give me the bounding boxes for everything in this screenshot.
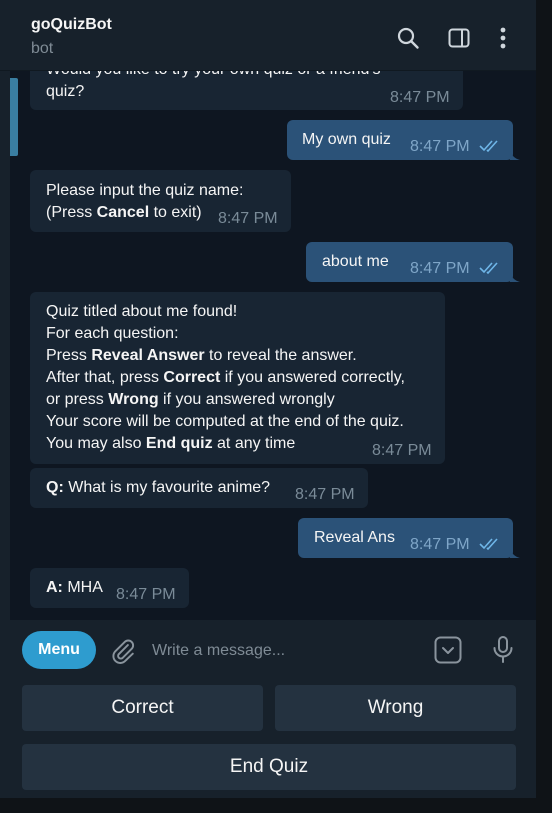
message-time: 8:47 PM xyxy=(116,586,176,603)
message-incoming[interactable]: Q: What is my favourite anime? 8:47 PM xyxy=(30,468,368,508)
message-text: Your score will be computed at the end o… xyxy=(46,413,404,430)
message-outgoing[interactable]: Reveal Ans 8:47 PM xyxy=(298,518,513,558)
more-vertical-icon[interactable] xyxy=(491,26,515,50)
search-icon[interactable] xyxy=(396,26,420,50)
bubble-tail xyxy=(510,150,520,160)
bold-text: A: xyxy=(46,579,63,596)
bubble-tail xyxy=(510,548,520,558)
message-text: My own quiz xyxy=(302,131,391,148)
double-check-icon xyxy=(479,262,498,275)
wrong-button[interactable]: Wrong xyxy=(275,685,516,731)
telegram-window: goQuizBot bot Would you like to try your… xyxy=(0,0,536,798)
text-segment: if you answered correctly, xyxy=(220,369,405,386)
text-segment: or press xyxy=(46,391,109,408)
double-check-icon xyxy=(479,538,498,551)
message-time: 8:47 PM xyxy=(390,89,450,106)
message-text: MHA xyxy=(62,579,103,596)
message-text: about me xyxy=(322,253,389,270)
bold-text: Cancel xyxy=(96,204,150,221)
message-time: 8:47 PM xyxy=(372,442,432,459)
message-text: Quiz titled about me found! xyxy=(46,303,238,320)
bot-keyboard: Correct Wrong End Quiz xyxy=(0,680,536,798)
emoji-icon[interactable] xyxy=(434,636,462,664)
message-composer: Menu xyxy=(0,620,536,680)
text-segment: You may also xyxy=(46,435,146,452)
text-segment: to exit) xyxy=(149,204,202,221)
message-text-line: Press Reveal Answer to reveal the answer… xyxy=(46,345,429,367)
menu-button[interactable]: Menu xyxy=(22,631,96,669)
message-time: 8:47 PM xyxy=(410,536,470,553)
message-incoming[interactable]: Would you like to try your own quiz or a… xyxy=(30,70,463,110)
message-text: Please input the quiz name: xyxy=(46,182,244,199)
text-segment: to reveal the answer. xyxy=(204,347,357,364)
message-list[interactable]: Would you like to try your own quiz or a… xyxy=(10,70,536,620)
message-text: Would you like to try your own quiz or a… xyxy=(46,70,447,81)
message-time: 8:47 PM xyxy=(410,138,470,155)
message-incoming[interactable]: Please input the quiz name: (Press Cance… xyxy=(30,170,291,232)
bold-text: Wrong xyxy=(108,391,159,408)
bold-text: Q: xyxy=(46,479,64,496)
text-segment: (Press xyxy=(46,204,97,221)
text-segment: at any time xyxy=(212,435,296,452)
message-text: For each question: xyxy=(46,325,179,342)
message-text: quiz? xyxy=(46,83,85,100)
double-check-icon xyxy=(479,140,498,153)
message-incoming[interactable]: A: MHA 8:47 PM xyxy=(30,568,189,608)
message-text-line: or press Wrong if you answered wrongly xyxy=(46,389,429,411)
text-segment: Press xyxy=(46,347,92,364)
microphone-icon[interactable] xyxy=(490,635,516,665)
sidebar-toggle-icon[interactable] xyxy=(447,26,471,50)
message-outgoing[interactable]: My own quiz 8:47 PM xyxy=(287,120,513,160)
scrollbar[interactable] xyxy=(10,78,18,156)
attach-icon[interactable] xyxy=(110,638,136,664)
text-segment: After that, press xyxy=(46,369,164,386)
message-time: 8:47 PM xyxy=(295,486,355,503)
message-text: What is my favourite anime? xyxy=(63,479,271,496)
bold-text: Correct xyxy=(163,369,221,386)
bubble-tail xyxy=(510,272,520,282)
chat-title: goQuizBot xyxy=(31,16,112,33)
message-outgoing[interactable]: about me 8:47 PM xyxy=(306,242,513,282)
message-time: 8:47 PM xyxy=(410,260,470,277)
message-text-line: After that, press Correct if you answere… xyxy=(46,367,429,389)
end-quiz-button[interactable]: End Quiz xyxy=(22,744,516,790)
message-time: 8:47 PM xyxy=(218,210,278,227)
message-incoming[interactable]: Quiz titled about me found! For each que… xyxy=(30,292,445,464)
text-segment: if you answered wrongly xyxy=(158,391,335,408)
message-input[interactable] xyxy=(150,636,424,666)
bold-text: Reveal Answer xyxy=(91,347,205,364)
correct-button[interactable]: Correct xyxy=(22,685,263,731)
message-text: Reveal Ans xyxy=(314,529,395,546)
chat-header[interactable]: goQuizBot bot xyxy=(0,0,536,71)
chat-subtitle: bot xyxy=(31,40,54,57)
bold-text: End quiz xyxy=(145,435,213,452)
